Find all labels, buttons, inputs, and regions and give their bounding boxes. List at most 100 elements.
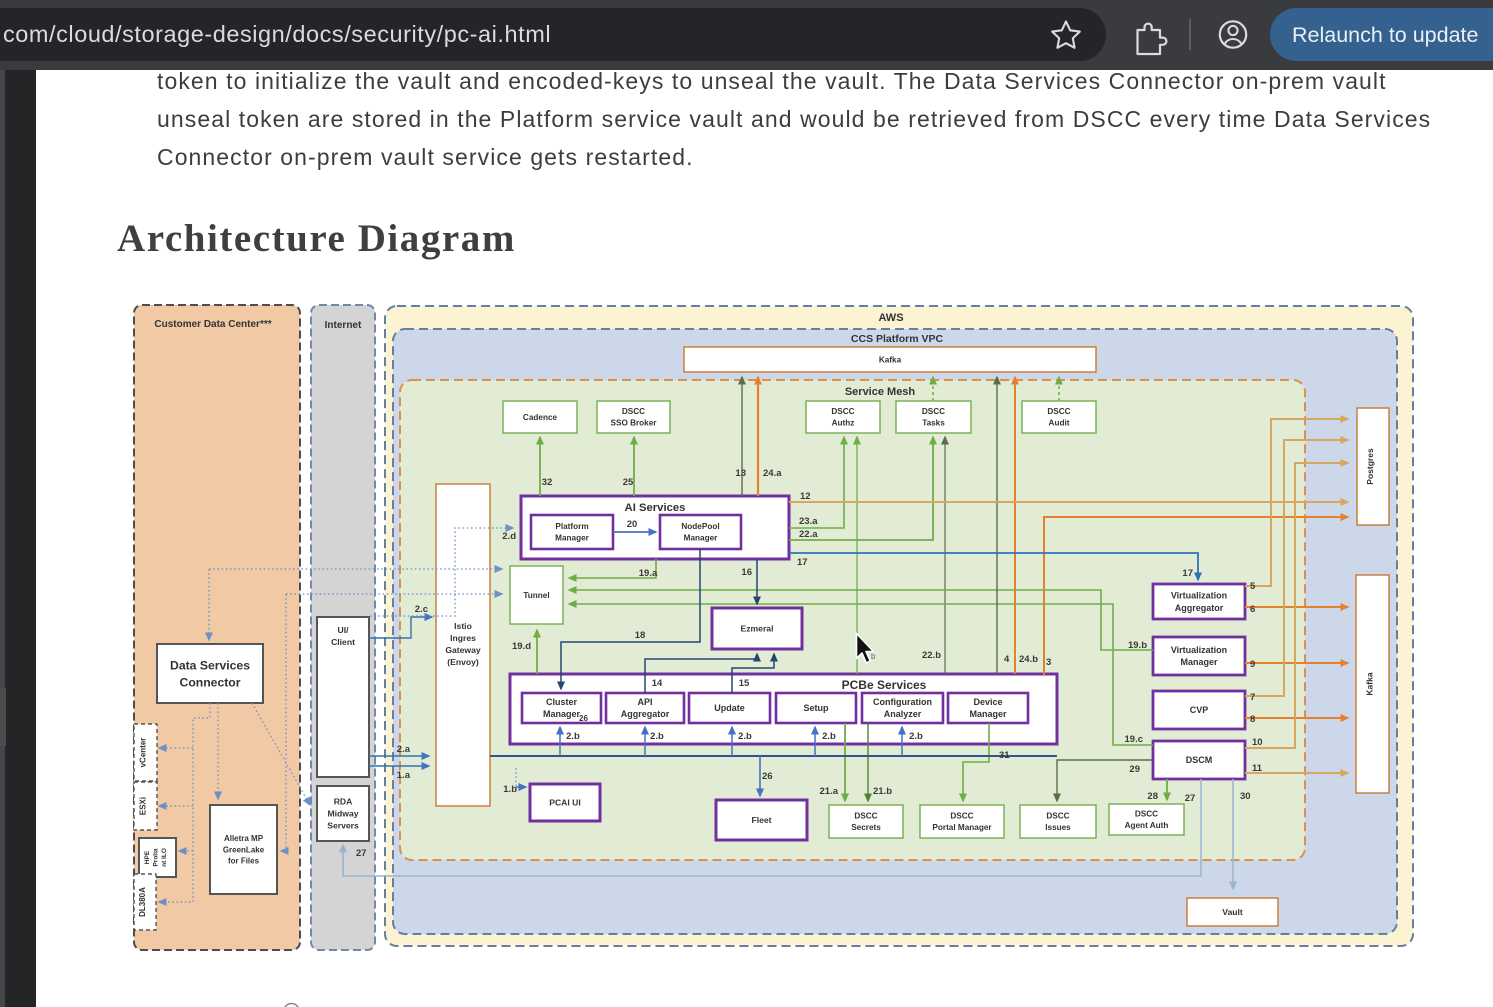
svg-text:13: 13 [735,468,746,479]
svg-text:Platform: Platform [555,522,588,531]
svg-text:2.d: 2.d [502,531,516,542]
svg-text:Agent Auth: Agent Auth [1125,821,1169,830]
svg-text:vCenter: vCenter [139,738,148,768]
svg-text:DSCC: DSCC [831,407,854,416]
svg-text:DL380A: DL380A [138,887,147,917]
svg-text:RDA: RDA [334,797,353,807]
svg-text:5: 5 [1250,581,1256,592]
svg-text:17: 17 [797,557,808,568]
svg-text:24.b: 24.b [1019,654,1038,665]
svg-text:GreenLake: GreenLake [223,845,265,854]
svg-text:Service Mesh: Service Mesh [845,386,916,398]
svg-text:PCAI UI: PCAI UI [549,798,581,808]
svg-text:ESXi: ESXi [139,797,148,815]
svg-text:Cadence: Cadence [523,413,558,422]
svg-text:DSCC: DSCC [1046,812,1069,821]
svg-text:19.c: 19.c [1125,734,1144,745]
svg-text:Issues: Issues [1045,823,1071,832]
svg-text:16: 16 [741,567,752,578]
svg-text:Midway: Midway [327,809,358,819]
svg-text:for Files: for Files [228,857,260,866]
svg-text:Fleet: Fleet [751,815,771,825]
svg-text:CCS Platform VPC: CCS Platform VPC [851,333,944,345]
svg-text:Aggregator: Aggregator [1175,603,1224,613]
svg-text:24.a: 24.a [763,468,782,479]
svg-text:Virtualization: Virtualization [1171,591,1227,601]
svg-text:Ingres: Ingres [450,633,476,643]
svg-text:Portal Manager: Portal Manager [932,823,992,832]
svg-text:2.c: 2.c [415,604,428,615]
svg-text:26: 26 [762,771,773,782]
svg-text:Vault: Vault [1222,907,1243,917]
svg-text:DSCM: DSCM [1186,755,1213,765]
svg-text:22.b: 22.b [922,650,941,661]
svg-text:17: 17 [1182,568,1193,579]
svg-text:Data Services: Data Services [170,658,250,672]
svg-text:CVP: CVP [1190,705,1209,715]
svg-text:15: 15 [739,678,750,689]
svg-text:Authz: Authz [832,419,855,428]
svg-text:2.b: 2.b [822,731,836,742]
svg-text:27: 27 [1185,793,1196,804]
svg-text:1.a: 1.a [397,770,411,781]
svg-text:b: b [871,652,876,661]
svg-text:DSCC: DSCC [854,812,877,821]
svg-text:(Envoy): (Envoy) [447,657,479,667]
svg-text:14: 14 [652,678,663,689]
svg-text:Virtualization: Virtualization [1171,645,1227,655]
svg-text:2.b: 2.b [738,731,752,742]
svg-text:Prolia: Prolia [153,848,160,866]
svg-text:DSCC: DSCC [950,812,973,821]
svg-text:20: 20 [627,519,638,530]
svg-text:Manager: Manager [1180,657,1218,667]
svg-text:Setup: Setup [803,703,829,713]
svg-text:12: 12 [800,491,811,502]
svg-text:AI Services: AI Services [625,502,686,514]
svg-text:Gateway: Gateway [445,645,481,655]
svg-text:3: 3 [1046,657,1051,668]
svg-text:Audit: Audit [1049,419,1070,428]
svg-text:23.a: 23.a [799,516,818,527]
svg-text:Cluster: Cluster [546,697,578,707]
svg-text:Update: Update [714,703,745,713]
svg-text:Tunnel: Tunnel [523,591,549,600]
svg-text:1.b: 1.b [503,784,517,795]
svg-text:Servers: Servers [327,820,359,830]
svg-text:nt ILO: nt ILO [161,848,168,867]
svg-text:21.b: 21.b [873,786,892,797]
svg-text:27: 27 [356,848,367,859]
svg-text:DSCC: DSCC [1047,407,1070,416]
svg-text:25: 25 [623,477,634,488]
svg-text:Internet: Internet [325,320,362,331]
svg-text:19.d: 19.d [512,641,531,652]
svg-text:SSO Broker: SSO Broker [611,419,658,428]
svg-text:Analyzer: Analyzer [884,709,922,719]
svg-text:30: 30 [1240,791,1251,802]
svg-text:Manager: Manager [543,709,581,719]
svg-text:Configuration: Configuration [873,697,932,707]
svg-text:21.a: 21.a [820,786,839,797]
svg-text:2.b: 2.b [566,731,580,742]
svg-text:2.a: 2.a [397,744,411,755]
svg-text:HPE: HPE [144,850,151,864]
svg-text:32: 32 [542,477,553,488]
svg-text:Customer Data Center***: Customer Data Center*** [154,319,271,330]
svg-text:26: 26 [579,714,588,723]
svg-text:7: 7 [1250,692,1255,703]
svg-text:Alletra MP: Alletra MP [224,834,264,843]
svg-text:Client: Client [331,637,355,647]
svg-text:31: 31 [999,750,1010,761]
svg-text:Manager: Manager [684,534,718,543]
svg-text:29: 29 [1129,764,1140,775]
svg-text:8: 8 [1250,714,1255,725]
svg-text:Connector: Connector [180,675,241,689]
svg-text:Manager: Manager [969,709,1007,719]
svg-text:Tasks: Tasks [922,419,945,428]
svg-text:Ezmeral: Ezmeral [741,624,774,634]
svg-text:UI/: UI/ [338,625,350,635]
svg-text:11: 11 [1252,763,1263,774]
svg-text:28: 28 [1147,791,1158,802]
svg-text:Manager: Manager [555,534,589,543]
svg-text:Kafka: Kafka [1365,672,1375,695]
svg-text:10: 10 [1252,737,1263,748]
